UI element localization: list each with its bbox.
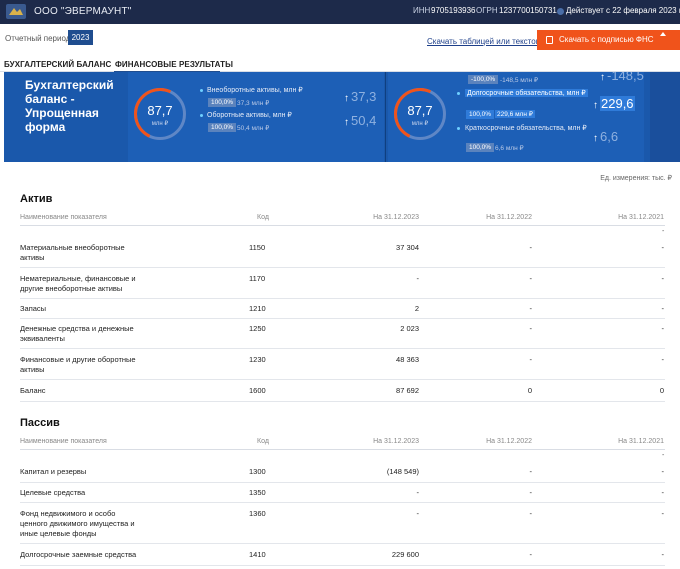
panel-divider bbox=[385, 72, 386, 162]
current-assets-value: 50,4 млн ₽ bbox=[237, 125, 270, 132]
table-row: Целевые средства 1350 - - - bbox=[20, 483, 665, 503]
noncurrent-assets-big: ↑ 37,3 bbox=[344, 89, 377, 104]
document-icon bbox=[546, 36, 553, 44]
noncurrent-assets-label: Внеоборотные активы, млн ₽ bbox=[207, 87, 303, 94]
shortterm-liabilities-value: 6,6 млн ₽ bbox=[495, 145, 524, 152]
assets-panel[interactable]: 87,7 млн ₽ Внеоборотные активы, млн ₽ 10… bbox=[126, 72, 384, 162]
status-indicator-icon bbox=[557, 8, 564, 15]
table-row: Баланс 1600 87 692 0 0 bbox=[20, 380, 665, 402]
banner-scroll-area[interactable] bbox=[650, 72, 680, 162]
ogrn-value: 1237700150731 bbox=[499, 6, 557, 15]
table-row: Денежные средства и денежные эквиваленты… bbox=[20, 319, 665, 349]
col-2023: На 31.12.2023 bbox=[373, 438, 419, 445]
bullet-icon bbox=[457, 92, 460, 95]
assets-gauge-unit: млн ₽ bbox=[151, 121, 169, 127]
noncurrent-assets-value: 37,3 млн ₽ bbox=[237, 100, 270, 107]
period-label: Отчетный период: bbox=[5, 34, 73, 43]
tab-balance[interactable]: БУХГАЛТЕРСКИЙ БАЛАНС bbox=[4, 60, 111, 69]
tabs: БУХГАЛТЕРСКИЙ БАЛАНС ФИНАНСОВЫЕ РЕЗУЛЬТА… bbox=[0, 55, 680, 73]
company-name: ООО "ЭВЕРМАУНТ" bbox=[34, 6, 132, 17]
col-name: Наименование показателя bbox=[20, 438, 107, 445]
shortterm-liabilities-pct: 100,0% bbox=[466, 143, 495, 152]
liabilities-gauge: 87,7 млн ₽ bbox=[386, 80, 454, 148]
liabilities-panel[interactable]: 87,7 млн ₽ -100,0% -148,5 млн ₽ ↑ -148,5 … bbox=[386, 72, 644, 162]
download-table-link[interactable]: Скачать таблицей или текстом bbox=[427, 37, 541, 46]
table-row: Финансовые и другие оборотные активы 123… bbox=[20, 349, 665, 380]
sort-mark: - bbox=[662, 452, 665, 459]
longterm-liabilities-label: Долгосрочные обязательства, млн ₽ bbox=[465, 89, 588, 97]
current-assets-big: ↑ 50,4 bbox=[344, 113, 377, 128]
passive-table-header: Наименование показателя Код На 31.12.202… bbox=[20, 434, 665, 450]
assets-gauge-value: 87,7 bbox=[147, 103, 173, 118]
download-fns-button[interactable]: Скачать с подписью ФНС России bbox=[537, 30, 680, 64]
top-bar: ООО "ЭВЕРМАУНТ" ИНН 9705193936 ОГРН 1237… bbox=[0, 0, 680, 24]
noncurrent-assets-pct: 100,0% bbox=[208, 98, 237, 107]
ogrn-label: ОГРН bbox=[476, 6, 498, 15]
units-label: Ед. измерения: тыс. ₽ bbox=[600, 175, 672, 182]
col-2022: На 31.12.2022 bbox=[486, 214, 532, 221]
col-2021: На 31.12.2021 bbox=[618, 438, 664, 445]
active-section-title: Актив bbox=[20, 193, 53, 205]
col-name: Наименование показателя bbox=[20, 214, 107, 221]
capital-big: ↑ -148,5 bbox=[600, 72, 644, 83]
company-logo-icon bbox=[6, 4, 26, 19]
assets-gauge: 87,7 млн ₽ bbox=[126, 80, 194, 148]
sort-mark: - bbox=[662, 228, 665, 235]
capital-value: -148,5 млн ₽ bbox=[500, 77, 539, 84]
tab-financial-results[interactable]: ФИНАНСОВЫЕ РЕЗУЛЬТАТЫ bbox=[115, 60, 233, 69]
capital-pct: -100,0% bbox=[468, 75, 499, 84]
table-row: Фонд недвижимого и особо ценного движимо… bbox=[20, 503, 665, 544]
bullet-icon bbox=[200, 89, 203, 92]
table-row: Запасы 1210 2 - - bbox=[20, 299, 665, 319]
col-2022: На 31.12.2022 bbox=[486, 438, 532, 445]
inn-value: 9705193936 bbox=[431, 6, 476, 15]
summary-banner: Бухгалтерский баланс - Упрощенная форма … bbox=[4, 72, 680, 162]
shortterm-liabilities-big: ↑ 6,6 bbox=[593, 129, 619, 144]
table-row: Материальные внеоборотные активы 1150 37… bbox=[20, 236, 665, 268]
bullet-icon bbox=[457, 127, 460, 130]
col-code: Код bbox=[257, 438, 269, 445]
inn-label: ИНН bbox=[413, 6, 431, 15]
table-row: Долгосрочные заемные средства 1410 229 6… bbox=[20, 544, 665, 566]
passive-section-title: Пассив bbox=[20, 417, 60, 429]
current-assets-pct: 100,0% bbox=[208, 123, 237, 132]
table-row: Капитал и резервы 1300 (148 549) - - bbox=[20, 461, 665, 483]
active-table-header: Наименование показателя Код На 31.12.202… bbox=[20, 210, 665, 226]
period-select[interactable]: 2023 bbox=[68, 30, 93, 45]
banner-title: Бухгалтерский баланс - Упрощенная форма bbox=[25, 78, 114, 134]
longterm-liabilities-pct: 100,0% bbox=[466, 110, 495, 119]
col-code: Код bbox=[257, 214, 269, 221]
current-assets-label: Оборотные активы, млн ₽ bbox=[207, 112, 292, 119]
table-row: Нематериальные, финансовые и другие внео… bbox=[20, 268, 665, 299]
liabilities-gauge-value: 87,7 bbox=[407, 103, 433, 118]
longterm-liabilities-big: ↑ 229,6 bbox=[593, 96, 635, 111]
status-text: Действует с 22 февраля 2023 года bbox=[566, 6, 680, 15]
bullet-icon bbox=[200, 114, 203, 117]
col-2023: На 31.12.2023 bbox=[373, 214, 419, 221]
liabilities-gauge-unit: млн ₽ bbox=[411, 121, 429, 127]
chevron-up-icon[interactable] bbox=[660, 32, 666, 36]
longterm-liabilities-value: 229,6 млн ₽ bbox=[495, 110, 535, 118]
shortterm-liabilities-label: Краткосрочные обязательства, млн ₽ bbox=[465, 125, 587, 132]
col-2021: На 31.12.2021 bbox=[618, 214, 664, 221]
